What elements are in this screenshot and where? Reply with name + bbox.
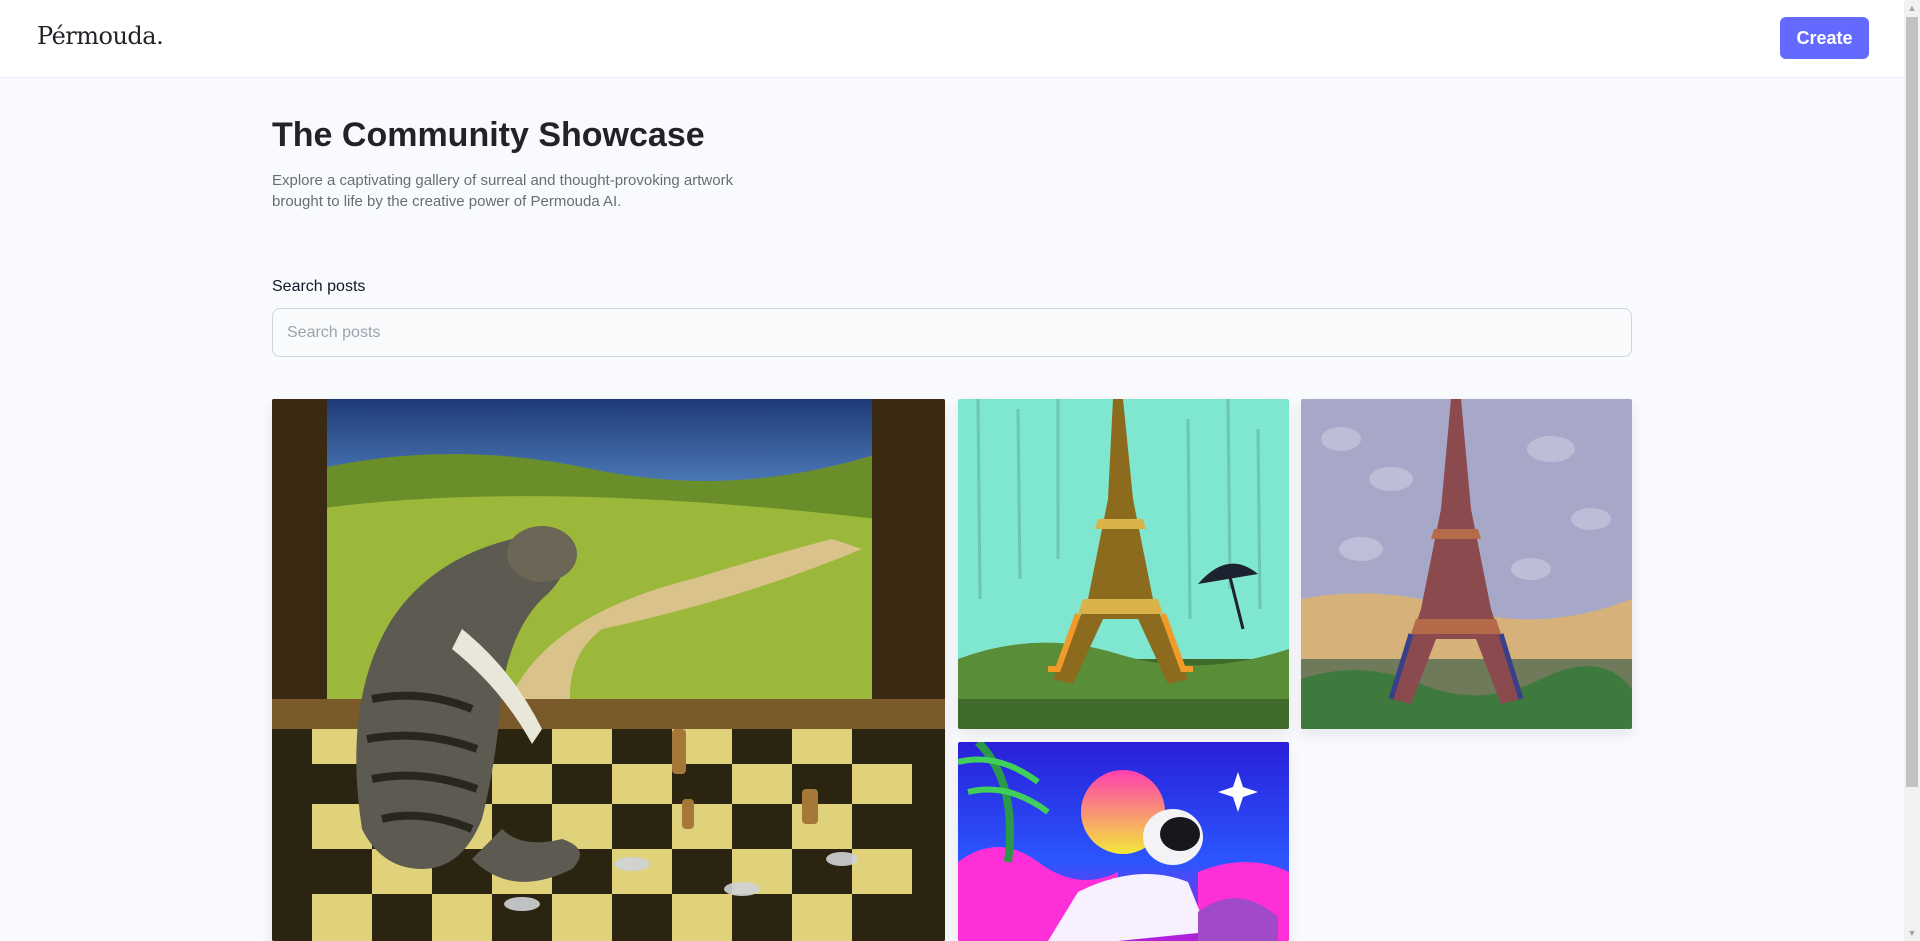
gallery-card-astronaut-vaporwave[interactable] xyxy=(958,742,1289,941)
page-subtitle: Explore a captivating gallery of surreal… xyxy=(272,172,734,210)
astronaut-vaporwave-artwork-image xyxy=(958,742,1289,941)
gallery-card-eiffel-impressionist[interactable] xyxy=(1301,399,1632,729)
search-label: Search posts xyxy=(272,278,366,295)
top-navbar: Pérmouda. Create xyxy=(0,0,1904,78)
page-title: The Community Showcase xyxy=(272,116,705,154)
brand-logo[interactable]: Pérmouda. xyxy=(37,22,164,50)
eiffel-impressionist-artwork-image xyxy=(1301,399,1632,729)
page-scrollbar[interactable]: ▲ ▼ xyxy=(1904,0,1920,941)
create-button[interactable]: Create xyxy=(1780,17,1869,59)
cat-chess-artwork-image xyxy=(272,399,945,941)
scrollbar-thumb[interactable] xyxy=(1906,17,1918,787)
search-input[interactable] xyxy=(272,308,1632,357)
eiffel-rain-artwork-image xyxy=(958,399,1289,729)
scroll-up-arrow-icon[interactable]: ▲ xyxy=(1904,0,1920,16)
gallery-card-cat-chess[interactable] xyxy=(272,399,945,941)
gallery-card-eiffel-rain[interactable] xyxy=(958,399,1289,729)
scroll-down-arrow-icon[interactable]: ▼ xyxy=(1904,925,1920,941)
